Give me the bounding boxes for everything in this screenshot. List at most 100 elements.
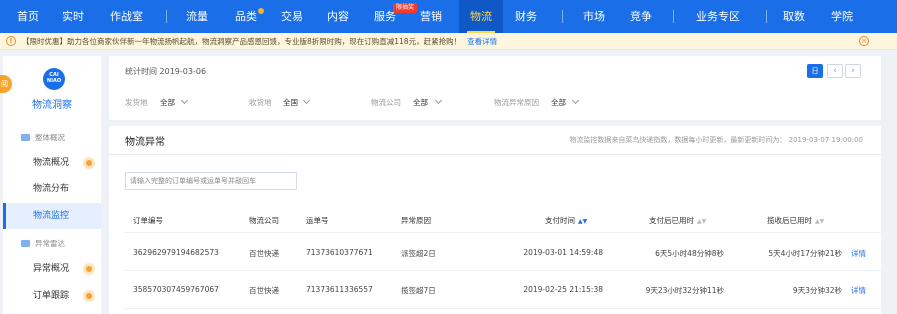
nav-separator [562, 10, 563, 23]
column-header-label: 揽收后已用时 [767, 216, 812, 225]
filter-select-destination[interactable]: 全国 [283, 97, 298, 108]
sidebar-item-order-tracking[interactable]: 订单跟踪 [3, 283, 101, 309]
prev-date-button[interactable]: ‹ [827, 64, 843, 78]
sidebar-item-logistics-distribution[interactable]: 物流分布 [3, 176, 101, 202]
row-divider [125, 270, 881, 271]
sort-icon[interactable]: ▲▼ [697, 218, 706, 225]
nav-item-fetch-data[interactable]: 取数 [783, 0, 805, 33]
sidebar-item-logistics-overview[interactable]: 物流概况 [3, 150, 101, 176]
top-nav: 首页 实时 作战室 流量 品类 交易 内容 服务 限抽奖 营销 物流 财务 市场… [0, 0, 897, 33]
column-header-waybill: 运单号 [306, 216, 329, 225]
promo-notice-bar: ! 【限时优惠】助力各位商家伙伴新一年物流扬帆起航，物流洞察产品感恩回馈，专业版… [0, 33, 897, 50]
sidebar-item-label: 物流监控 [33, 211, 70, 221]
cell-pay-time: 2019-03-01 14:59:48 [523, 248, 603, 257]
sidebar-item-label: 异常概况 [33, 264, 70, 274]
nav-item-market[interactable]: 市场 [583, 0, 605, 33]
detail-link[interactable]: 详情 [851, 248, 866, 259]
filter-select-carrier[interactable]: 全部 [413, 97, 428, 108]
notice-message: 【限时优惠】助力各位商家伙伴新一年物流扬帆起航，物流洞察产品感恩回馈，专业版8折… [22, 37, 462, 46]
logistics-anomaly-panel: 物流异常 物流监控数据来自菜鸟快递指数，数据每小时更新，最新更新时间为： 201… [109, 126, 881, 314]
nav-separator [166, 10, 167, 23]
cell-order-id: 362962979194682573 [133, 248, 219, 257]
info-icon: ! [6, 36, 16, 46]
cell-pay-time: 2019-02-25 21:15:38 [523, 285, 603, 294]
nav-item-business-zone[interactable]: 业务专区 [696, 0, 740, 33]
sidebar-group-overview: 整体概况 [21, 132, 65, 143]
nav-item-traffic[interactable]: 流量 [186, 0, 208, 33]
order-search-input[interactable] [125, 172, 297, 190]
filter-label-origin: 发货地 [125, 98, 148, 107]
notice-detail-link[interactable]: 查看详情 [467, 37, 497, 46]
sidebar-group-label: 整体概况 [35, 133, 65, 142]
sidebar-item-label: 订单跟踪 [33, 291, 70, 301]
chevron-down-icon[interactable] [302, 96, 311, 105]
sort-icon[interactable]: ▲▼ [578, 218, 587, 225]
sort-icon[interactable]: ▲▼ [815, 218, 824, 225]
row-divider [125, 308, 881, 309]
divider [109, 154, 881, 155]
nav-item-competition[interactable]: 竞争 [630, 0, 652, 33]
cell-carrier: 百世快递 [249, 286, 279, 295]
folder-icon [21, 240, 30, 247]
nav-item-home[interactable]: 首页 [17, 0, 39, 33]
column-header-since-pickup[interactable]: 揽收后已用时 ▲▼ [767, 215, 824, 226]
next-date-button[interactable]: › [845, 64, 861, 78]
filter-label-destination: 收货地 [249, 98, 272, 107]
column-header-label: 支付后已用时 [649, 216, 694, 225]
filter-select-anomaly-reason[interactable]: 全部 [551, 97, 566, 108]
filter-select-origin[interactable]: 全部 [160, 97, 175, 108]
sidebar-item-anomaly-overview[interactable]: 异常概况 [3, 256, 101, 282]
nav-item-marketing[interactable]: 营销 [420, 0, 442, 33]
row-divider [125, 232, 881, 233]
cell-since-pay: 6天5小时48分钟8秒 [655, 249, 724, 258]
nav-item-realtime[interactable]: 实时 [62, 0, 84, 33]
sidebar-group-anomaly-radar: 异常雷达 [21, 238, 65, 249]
filter-label-anomaly-reason: 物流异常原因 [494, 98, 539, 107]
column-header-pay-time[interactable]: 支付时间 ▲▼ [545, 215, 587, 226]
sidebar-item-logistics-monitor[interactable]: 物流监控 [3, 203, 101, 229]
notification-dot-icon [83, 263, 95, 275]
chevron-down-icon[interactable] [180, 96, 189, 105]
chevron-down-icon[interactable] [571, 96, 580, 105]
cell-since-pickup: 5天4小时17分钟21秒 [768, 249, 842, 258]
column-header-carrier: 物流公司 [249, 216, 279, 225]
stat-time: 统计时间 2019-03-06 [125, 67, 207, 76]
sidebar-item-label: 物流概况 [33, 158, 70, 168]
data-update-note: 物流监控数据来自菜鸟快递指数，数据每小时更新，最新更新时间为： 2019-03-… [569, 136, 863, 144]
sidebar-group-label: 异常雷达 [35, 239, 65, 248]
column-header-order-id: 订单编号 [133, 216, 163, 225]
notification-dot-icon [83, 157, 95, 169]
filter-panel: 统计时间 2019-03-06 日 ‹ › 发货地 全部 收货地 全国 物流公司… [109, 56, 881, 120]
nav-lottery-badge: 限抽奖 [393, 3, 418, 13]
nav-item-war-room[interactable]: 作战室 [110, 0, 143, 33]
cell-waybill: 71373610377671 [306, 248, 373, 257]
column-header-label: 支付时间 [545, 216, 575, 225]
cainiao-logo: CAI NIAO [43, 68, 65, 90]
nav-item-category[interactable]: 品类 [235, 0, 257, 33]
filter-label-carrier: 物流公司 [371, 98, 401, 107]
nav-separator [766, 10, 767, 23]
chevron-down-icon[interactable] [434, 96, 443, 105]
notification-dot-icon [83, 290, 95, 302]
cell-since-pickup: 9天3分钟32秒 [792, 286, 842, 295]
nav-new-dot-icon [258, 8, 264, 14]
nav-item-content[interactable]: 内容 [327, 0, 349, 33]
nav-item-logistics[interactable]: 物流 [459, 0, 503, 33]
cell-order-id: 358570307459767067 [133, 285, 219, 294]
day-range-button[interactable]: 日 [807, 64, 823, 78]
sidebar: CAI NIAO 物流洞察 整体概况 物流概况 物流分布 物流监控 异常雷达 异… [3, 56, 101, 314]
nav-item-academy[interactable]: 学院 [831, 0, 853, 33]
sidebar-title: 物流洞察 [32, 100, 72, 111]
column-header-since-pay[interactable]: 支付后已用时 ▲▼ [649, 215, 706, 226]
notice-text: 【限时优惠】助力各位商家伙伴新一年物流扬帆起航，物流洞察产品感恩回馈，专业版8折… [22, 33, 497, 50]
cell-carrier: 百世快递 [249, 249, 279, 258]
cell-waybill: 71373611336557 [306, 285, 373, 294]
detail-link[interactable]: 详情 [851, 285, 866, 296]
cell-since-pay: 9天23小时32分钟11秒 [645, 286, 724, 295]
close-icon[interactable]: × [859, 36, 869, 46]
nav-item-trade[interactable]: 交易 [281, 0, 303, 33]
nav-separator [673, 10, 674, 23]
sidebar-item-label: 物流分布 [33, 184, 70, 194]
cell-reason: 派签超2日 [401, 249, 436, 258]
nav-item-finance[interactable]: 财务 [515, 0, 537, 33]
